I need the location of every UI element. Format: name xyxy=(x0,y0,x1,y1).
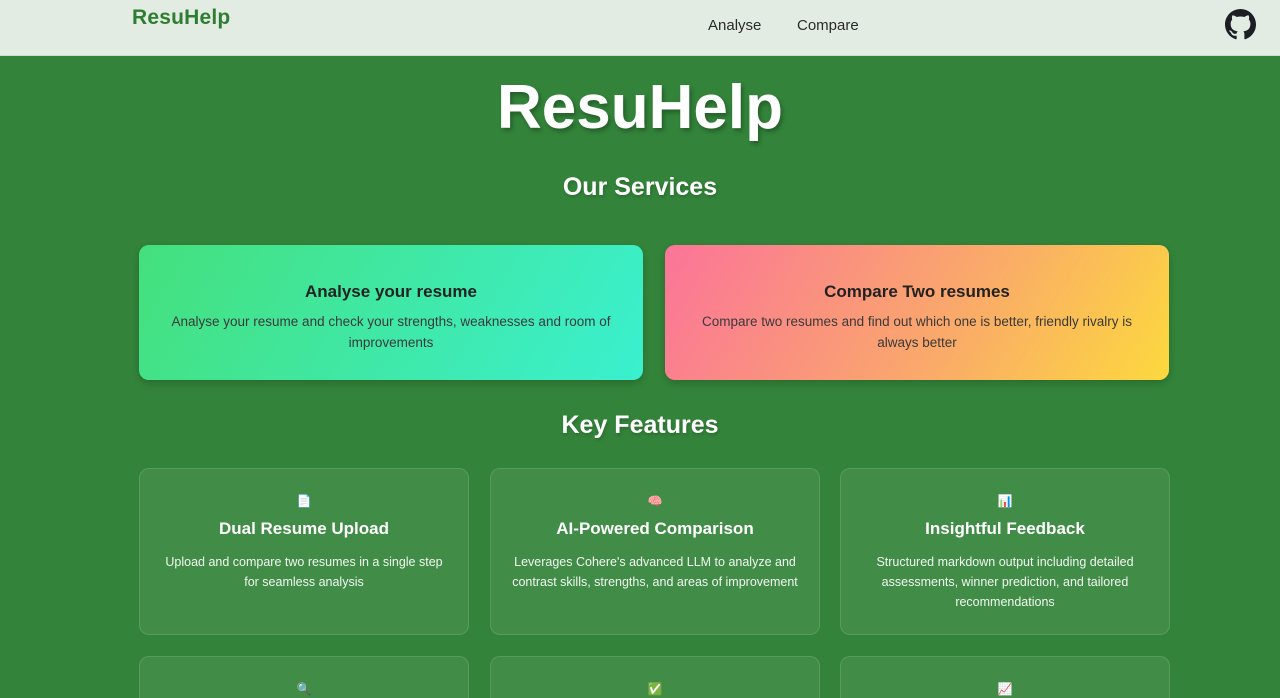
feature-title: AI-Powered Comparison xyxy=(556,519,754,538)
service-title: Analyse your resume xyxy=(305,282,477,301)
features-heading: Key Features xyxy=(561,411,719,439)
magnifier-icon: 🔍 xyxy=(296,682,312,696)
feature-card: 🔍 xyxy=(139,656,469,698)
trend-chart-icon: 📈 xyxy=(997,682,1013,696)
brain-icon: 🧠 xyxy=(647,494,663,508)
nav-link-compare[interactable]: Compare xyxy=(797,17,859,34)
nav-link-analyse[interactable]: Analyse xyxy=(708,17,761,34)
services-heading: Our Services xyxy=(562,173,718,201)
feature-title: Insightful Feedback xyxy=(925,519,1085,538)
service-description: Analyse your resume and check your stren… xyxy=(171,314,611,350)
compare-resumes-card[interactable]: Compare Two resumes Compare two resumes … xyxy=(665,245,1169,380)
service-description: Compare two resumes and find out which o… xyxy=(702,314,1132,350)
feature-description: Leverages Cohere's advanced LLM to analy… xyxy=(512,555,798,589)
document-icon: 📄 xyxy=(296,494,312,508)
analyse-resume-card[interactable]: Analyse your resume Analyse your resume … xyxy=(139,245,643,380)
checkmark-icon: ✅ xyxy=(647,682,663,696)
feature-card-insightful-feedback: 📊 Insightful Feedback Structured markdow… xyxy=(840,468,1170,635)
feature-description: Upload and compare two resumes in a sing… xyxy=(165,555,443,589)
navbar: ResuHelp Analyse Compare xyxy=(0,0,1280,56)
feature-card-ai-comparison: 🧠 AI-Powered Comparison Leverages Cohere… xyxy=(490,468,820,635)
hero-title: ResuHelp xyxy=(497,73,783,142)
feature-title: Dual Resume Upload xyxy=(218,519,390,538)
bar-chart-icon: 📊 xyxy=(997,494,1013,508)
brand-logo[interactable]: ResuHelp xyxy=(132,6,230,30)
feature-card-dual-upload: 📄 Dual Resume Upload Upload and compare … xyxy=(139,468,469,635)
feature-description: Structured markdown output including det… xyxy=(876,555,1134,609)
service-title: Compare Two resumes xyxy=(824,282,1010,301)
feature-card: ✅ xyxy=(490,656,820,698)
feature-card: 📈 xyxy=(840,656,1170,698)
github-icon[interactable] xyxy=(1225,9,1256,40)
